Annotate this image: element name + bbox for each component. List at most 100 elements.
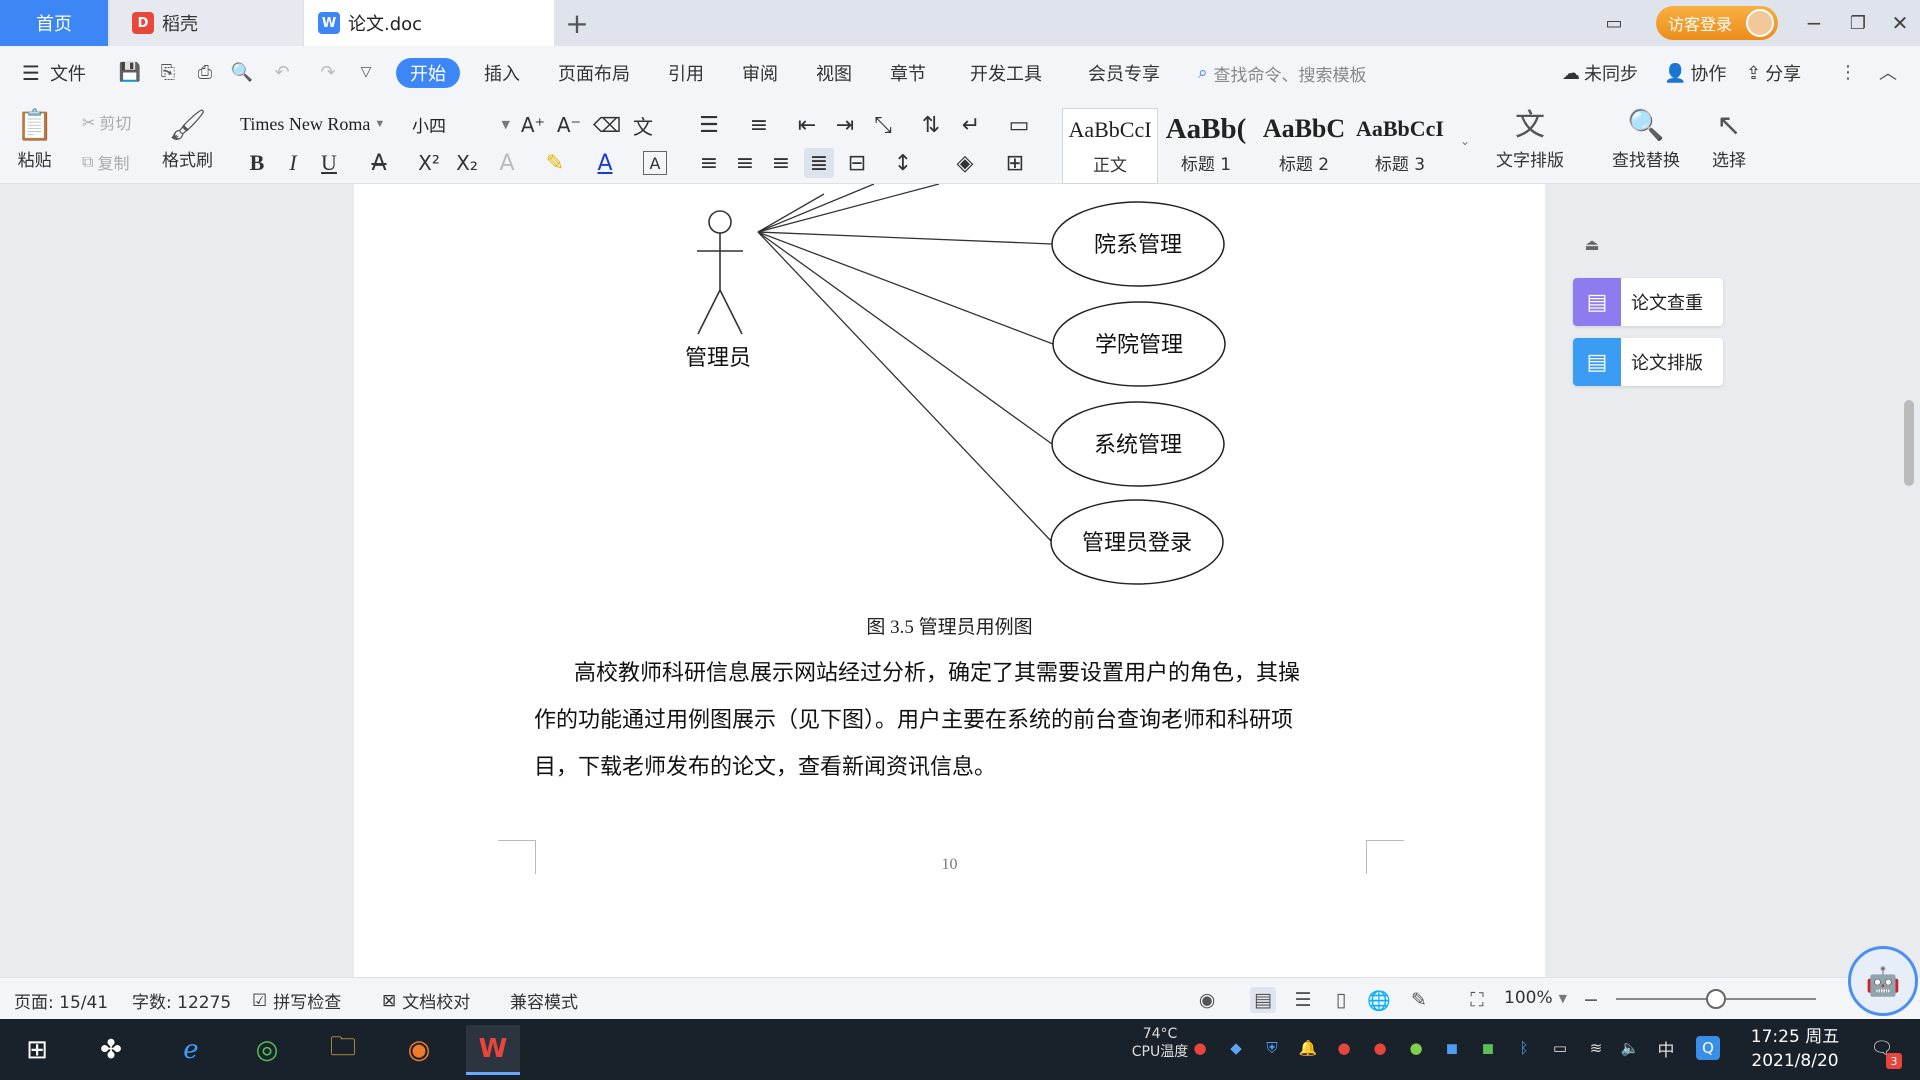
justify-icon[interactable]: ≣ bbox=[804, 148, 834, 178]
scrollbar-thumb[interactable] bbox=[1904, 400, 1914, 486]
vertical-scrollbar[interactable] bbox=[1902, 204, 1916, 964]
bluetooth-icon[interactable]: ᛒ bbox=[1512, 1036, 1536, 1060]
strikethrough-icon[interactable]: A bbox=[364, 148, 394, 178]
subscript-icon[interactable]: X₂ bbox=[452, 148, 482, 178]
command-search[interactable]: ⌕ 查找命令、搜索模板 bbox=[1198, 58, 1367, 88]
menu-view[interactable]: 视图 bbox=[816, 58, 852, 88]
app-tiger-icon[interactable]: ◉ bbox=[392, 1025, 446, 1075]
style-heading-1[interactable]: AaBb( 标题 1 bbox=[1158, 108, 1254, 184]
char-border-icon[interactable]: A bbox=[643, 151, 667, 175]
align-center-icon[interactable]: ≡ bbox=[730, 148, 760, 178]
file-menu[interactable]: ☰ 文件 bbox=[22, 58, 86, 88]
tray-penguin-icon[interactable]: ● bbox=[1332, 1036, 1356, 1060]
assistant-robot-icon[interactable]: 🤖 bbox=[1848, 946, 1918, 1016]
undo-icon[interactable]: ↶ bbox=[270, 60, 294, 84]
print-icon[interactable]: ⎙ bbox=[193, 60, 217, 84]
tray-app-icon[interactable]: ● bbox=[1188, 1036, 1212, 1060]
numbered-list-icon[interactable]: ≡ bbox=[744, 110, 774, 140]
paper-layout-button[interactable]: ▤ 论文排版 bbox=[1573, 338, 1723, 386]
page-view-icon[interactable]: ▤ bbox=[1250, 987, 1276, 1013]
word-count[interactable]: 字数: 12275 bbox=[132, 988, 231, 1013]
layout-icon[interactable]: ▭ bbox=[1598, 8, 1630, 38]
ime-indicator[interactable]: 中 bbox=[1654, 1036, 1678, 1061]
tray-q-app-icon[interactable]: Q bbox=[1696, 1036, 1720, 1060]
shrink-font-icon[interactable]: A⁻ bbox=[554, 110, 584, 140]
tray-network-app-icon[interactable]: ◆ bbox=[1224, 1036, 1248, 1060]
restore-button[interactable]: ❐ bbox=[1842, 8, 1874, 38]
tray-green-app-icon[interactable]: ● bbox=[1404, 1036, 1428, 1060]
style-normal[interactable]: AaBbCcI 正文 bbox=[1062, 108, 1158, 184]
collapse-ribbon-icon[interactable]: ︿ bbox=[1876, 60, 1900, 84]
collab-button[interactable]: 👤 协作 bbox=[1664, 58, 1726, 88]
tab-home[interactable]: 首页 bbox=[0, 0, 108, 46]
zoom-slider-handle[interactable] bbox=[1706, 989, 1726, 1009]
file-explorer-icon[interactable]: 🗀 bbox=[316, 1025, 370, 1075]
close-button[interactable]: ✕ bbox=[1884, 8, 1916, 38]
menu-home[interactable]: 开始 bbox=[396, 58, 460, 88]
tray-blue-app-icon[interactable]: ◼ bbox=[1440, 1036, 1464, 1060]
reading-view-icon[interactable]: ▯ bbox=[1328, 987, 1354, 1013]
font-color-icon[interactable]: A bbox=[590, 148, 620, 178]
wps-writer-icon[interactable]: W bbox=[466, 1025, 520, 1075]
show-marks-icon[interactable]: ↵ bbox=[956, 110, 986, 140]
phonetic-icon[interactable]: 文 bbox=[628, 110, 658, 140]
minimize-button[interactable]: − bbox=[1798, 8, 1830, 38]
style-heading-3[interactable]: AaBbCcI 标题 3 bbox=[1352, 108, 1448, 184]
cpu-temperature[interactable]: 74°C CPU温度 bbox=[1124, 1025, 1196, 1061]
menu-dev-tools[interactable]: 开发工具 bbox=[970, 58, 1042, 88]
text-layout-button[interactable]: 文 文字排版 bbox=[1496, 106, 1564, 171]
tab-daoke[interactable]: D 稻壳 bbox=[110, 0, 302, 46]
superscript-icon[interactable]: X² bbox=[414, 148, 444, 178]
system-clock[interactable]: 17:25 周五 2021/8/20 bbox=[1740, 1025, 1850, 1073]
write-mode-icon[interactable]: ✎ bbox=[1406, 987, 1432, 1013]
styles-more-icon[interactable]: ⌄ bbox=[1450, 126, 1480, 156]
quick-access-dropdown-icon[interactable]: ▽ bbox=[354, 60, 378, 84]
zoom-level[interactable]: 100% ▼ bbox=[1504, 988, 1567, 1008]
bold-icon[interactable]: B bbox=[242, 148, 272, 178]
paper-check-button[interactable]: ▤ 论文查重 bbox=[1573, 278, 1723, 326]
font-size-select[interactable]: 小四 ▼ bbox=[412, 110, 510, 138]
share-button[interactable]: ⇪ 分享 bbox=[1746, 58, 1801, 88]
guest-login-button[interactable]: 访客登录 bbox=[1656, 6, 1778, 40]
underline-icon[interactable]: U bbox=[314, 148, 344, 178]
page-indicator[interactable]: 页面: 15/41 bbox=[14, 988, 108, 1013]
print-preview-icon[interactable]: 🔍 bbox=[230, 60, 254, 84]
menu-review[interactable]: 审阅 bbox=[742, 58, 778, 88]
menu-insert[interactable]: 插入 bbox=[484, 58, 520, 88]
menu-chapter[interactable]: 章节 bbox=[890, 58, 926, 88]
ie-browser-icon[interactable]: ℯ bbox=[164, 1025, 218, 1075]
spell-check-button[interactable]: ☑ 拼写检查 bbox=[252, 988, 341, 1014]
shading-icon[interactable]: ◈ bbox=[950, 148, 980, 178]
align-left-icon[interactable]: ≡ bbox=[694, 148, 724, 178]
web-view-icon[interactable]: 🌐 bbox=[1366, 987, 1392, 1013]
tray-nvidia-icon[interactable]: ◼ bbox=[1476, 1036, 1500, 1060]
app-pinwheel-icon[interactable]: ✤ bbox=[84, 1025, 138, 1075]
bell-icon[interactable]: 🔔 bbox=[1296, 1036, 1320, 1060]
text-effect-icon[interactable]: A bbox=[492, 148, 522, 178]
panel-collapse-icon[interactable]: ⏏ bbox=[1580, 232, 1604, 256]
zoom-out-icon[interactable]: − bbox=[1578, 987, 1604, 1013]
outline-view-icon[interactable]: ☰ bbox=[1290, 987, 1316, 1013]
tab-ruler-icon[interactable]: ▭ bbox=[1004, 110, 1034, 140]
style-heading-2[interactable]: AaBbC 标题 2 bbox=[1256, 108, 1352, 184]
sort-icon[interactable]: ⇅ bbox=[916, 110, 946, 140]
menu-member[interactable]: 会员专享 bbox=[1088, 58, 1160, 88]
shield-icon[interactable]: ⛨ bbox=[1260, 1036, 1284, 1060]
copy-button[interactable]: ⧉ 复制 bbox=[82, 150, 129, 174]
menu-references[interactable]: 引用 bbox=[668, 58, 704, 88]
menu-page-layout[interactable]: 页面布局 bbox=[558, 58, 630, 88]
cut-button[interactable]: ✂ 剪切 bbox=[82, 110, 131, 134]
proofread-button[interactable]: ⊠ 文档校对 bbox=[382, 988, 470, 1014]
sync-button[interactable]: ☁ 未同步 bbox=[1562, 58, 1638, 88]
borders-icon[interactable]: ⊞ bbox=[1000, 148, 1030, 178]
document-page[interactable]: 管理员 院系管理 学院管理 系统管理 管理员登录 图 3.5 管理员用例图 高校… bbox=[354, 184, 1545, 977]
tray-penguin-alt-icon[interactable]: ● bbox=[1368, 1036, 1392, 1060]
bullet-list-icon[interactable]: ☰ bbox=[694, 110, 724, 140]
windows-start-icon[interactable]: ⊞ bbox=[10, 1025, 64, 1075]
find-replace-button[interactable]: 🔍 查找替换 bbox=[1612, 106, 1680, 171]
volume-icon[interactable]: 🔈 bbox=[1618, 1036, 1642, 1060]
font-name-select[interactable]: Times New Roma ▼ bbox=[240, 110, 405, 138]
grow-font-icon[interactable]: A⁺ bbox=[518, 110, 548, 140]
distribute-icon[interactable]: ⊟ bbox=[842, 148, 872, 178]
highlight-icon[interactable]: ✎ bbox=[540, 148, 570, 178]
